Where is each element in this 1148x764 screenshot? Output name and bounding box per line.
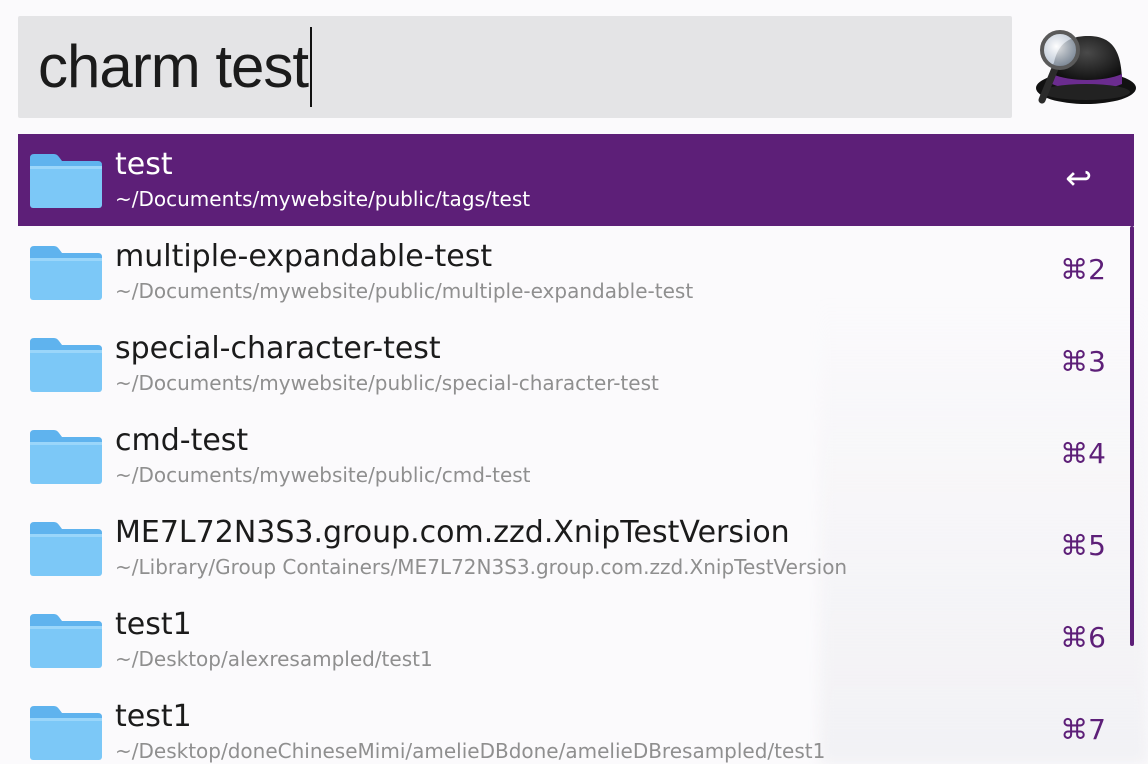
folder-icon bbox=[28, 426, 104, 486]
result-title: cmd-test bbox=[115, 423, 249, 458]
result-path: ~/Documents/mywebsite/public/tags/test bbox=[115, 187, 531, 211]
result-title: test bbox=[115, 147, 173, 182]
result-row[interactable]: test1 ~/Desktop/doneChineseMimi/amelieDB… bbox=[18, 686, 1134, 764]
result-shortcut: ⌘6 bbox=[1060, 621, 1106, 654]
result-title: ME7L72N3S3.group.com.zzd.XnipTestVersion bbox=[115, 515, 790, 550]
result-path: ~/Documents/mywebsite/public/special-cha… bbox=[115, 371, 659, 395]
text-caret bbox=[310, 27, 313, 107]
folder-icon bbox=[28, 150, 104, 210]
search-input[interactable]: charm test bbox=[18, 16, 1012, 118]
results-list: test ~/Documents/mywebsite/public/tags/t… bbox=[18, 134, 1134, 764]
result-path: ~/Documents/mywebsite/public/cmd-test bbox=[115, 463, 531, 487]
result-shortcut: ⌘5 bbox=[1060, 529, 1106, 562]
result-row[interactable]: cmd-test ~/Documents/mywebsite/public/cm… bbox=[18, 410, 1134, 502]
result-row[interactable]: test ~/Documents/mywebsite/public/tags/t… bbox=[18, 134, 1134, 226]
folder-icon bbox=[28, 242, 104, 302]
result-shortcut: ⌘3 bbox=[1060, 345, 1106, 378]
folder-icon bbox=[28, 334, 104, 394]
return-key-icon: ↩ bbox=[1065, 159, 1092, 197]
result-path: ~/Desktop/doneChineseMimi/amelieDBdone/a… bbox=[115, 739, 826, 763]
result-shortcut: ⌘7 bbox=[1060, 713, 1106, 746]
result-path: ~/Desktop/alexresampled/test1 bbox=[115, 647, 433, 671]
folder-icon bbox=[28, 702, 104, 762]
scrollbar[interactable] bbox=[1130, 226, 1134, 646]
result-shortcut: ⌘2 bbox=[1060, 253, 1106, 286]
result-row[interactable]: multiple-expandable-test ~/Documents/myw… bbox=[18, 226, 1134, 318]
result-path: ~/Documents/mywebsite/public/multiple-ex… bbox=[115, 279, 694, 303]
folder-icon bbox=[28, 610, 104, 670]
alfred-hat-icon[interactable] bbox=[1028, 22, 1138, 114]
result-row[interactable]: test1 ~/Desktop/alexresampled/test1 ⌘6 bbox=[18, 594, 1134, 686]
result-row[interactable]: special-character-test ~/Documents/myweb… bbox=[18, 318, 1134, 410]
search-query-text[interactable]: charm test bbox=[38, 37, 309, 97]
launcher-window: charm test test ~/Documents/mywebsite/pu… bbox=[0, 0, 1148, 764]
result-path: ~/Library/Group Containers/ME7L72N3S3.gr… bbox=[115, 555, 848, 579]
result-title: test1 bbox=[115, 607, 192, 642]
result-title: multiple-expandable-test bbox=[115, 239, 493, 274]
folder-icon bbox=[28, 518, 104, 578]
result-title: special-character-test bbox=[115, 331, 441, 366]
result-row[interactable]: ME7L72N3S3.group.com.zzd.XnipTestVersion… bbox=[18, 502, 1134, 594]
result-title: test1 bbox=[115, 699, 192, 734]
result-shortcut: ⌘4 bbox=[1060, 437, 1106, 470]
